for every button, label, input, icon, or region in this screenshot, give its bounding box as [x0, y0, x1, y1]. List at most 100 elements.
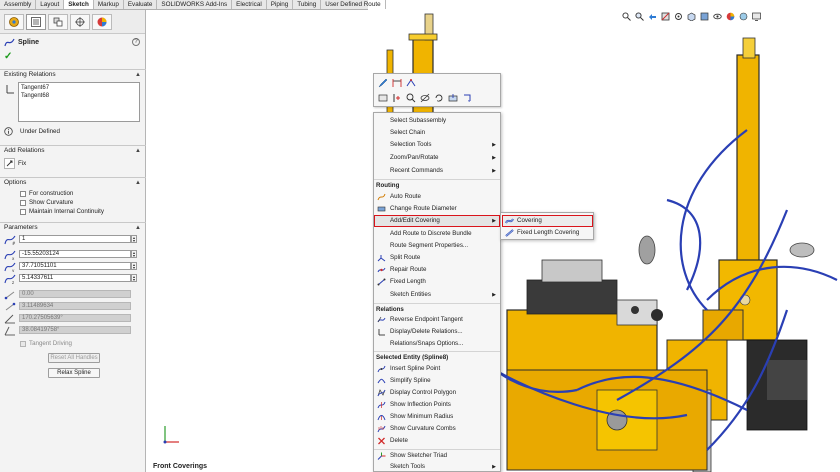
zoom-to-fit-icon[interactable]: [622, 11, 631, 21]
menu-item-sketch-tools[interactable]: Sketch Tools ▶: [374, 461, 500, 472]
y-coordinate-field[interactable]: 37.71051101: [19, 262, 131, 270]
fixed-length-icon: [377, 278, 386, 286]
collapse-caret-icon[interactable]: ▲: [135, 70, 141, 80]
menu-item-route-segment-properties[interactable]: Route Segment Properties...: [374, 240, 500, 252]
tab-evaluate[interactable]: Evaluate: [124, 0, 158, 9]
x-coordinate-field[interactable]: -15.55203124: [19, 250, 131, 258]
tab-user-defined-route[interactable]: User Defined Route: [321, 0, 386, 9]
menu-item-split-route[interactable]: Split Route: [374, 252, 500, 264]
menu-item-display-delete-relations[interactable]: Display/Delete Relations...: [374, 326, 500, 338]
menu-item-selection-tools[interactable]: Selection Tools ▶: [374, 139, 500, 151]
add-relation-icon[interactable]: [391, 92, 402, 103]
edit-sketch-icon[interactable]: [377, 77, 388, 88]
maintain-continuity-checkbox[interactable]: Maintain Internal Continuity: [20, 208, 104, 215]
display-manager-tab[interactable]: [92, 13, 112, 30]
section-view-icon[interactable]: [661, 12, 670, 21]
dimxpert-manager-tab[interactable]: [70, 13, 90, 30]
menu-item-show-sketcher-triad[interactable]: Show Sketcher Triad: [374, 449, 500, 461]
view-orientation-icon[interactable]: [687, 12, 696, 21]
apply-scene-icon[interactable]: [739, 12, 748, 21]
menu-item-delete[interactable]: Delete: [374, 435, 500, 447]
tab-piping[interactable]: Piping: [267, 0, 294, 9]
menu-item-relations-snaps-options[interactable]: Relations/Snaps Options...: [374, 338, 500, 350]
collapse-caret-icon[interactable]: ▲: [135, 178, 141, 188]
tab-sketch[interactable]: Sketch: [64, 0, 94, 9]
menu-item-recent-commands[interactable]: Recent Commands ▶: [374, 165, 500, 177]
spline-point-icon: [377, 365, 386, 373]
menu-item-add-edit-covering[interactable]: Add/Edit Covering ▶: [374, 215, 500, 227]
tab-layout[interactable]: Layout: [36, 0, 65, 9]
collapse-caret-icon[interactable]: ▲: [135, 223, 141, 233]
menu-item-select-subassembly[interactable]: Select Subassembly: [374, 115, 500, 127]
point-number-stepper[interactable]: ▴ ▾: [131, 235, 137, 243]
checkbox-box[interactable]: [20, 199, 26, 206]
for-construction-checkbox[interactable]: For construction: [20, 190, 73, 197]
normal-to-icon[interactable]: [447, 92, 458, 103]
menu-item-zoom-pan-rotate[interactable]: Zoom/Pan/Rotate ▶: [374, 152, 500, 164]
edit-appearance-icon[interactable]: [726, 12, 735, 21]
display-relations-icon[interactable]: [377, 92, 388, 103]
menu-item-insert-spline-point[interactable]: Insert Spline Point: [374, 363, 500, 375]
tab-tubing[interactable]: Tubing: [293, 0, 322, 9]
menu-item-repair-route[interactable]: Repair Route: [374, 264, 500, 276]
display-style-icon[interactable]: [700, 12, 709, 21]
parameters-header[interactable]: Parameters ▲: [0, 222, 146, 232]
zoom-icon[interactable]: [405, 92, 416, 103]
dynamic-annotation-icon[interactable]: [674, 12, 683, 21]
menu-item-sketch-entities[interactable]: Sketch Entities ▶: [374, 289, 500, 301]
menu-item-select-chain[interactable]: Select Chain: [374, 127, 500, 139]
triad-icon: [377, 452, 386, 460]
collapse-caret-icon[interactable]: ▲: [135, 146, 141, 156]
property-list-icon: [31, 16, 41, 27]
hide-icon[interactable]: [419, 92, 430, 103]
command-manager-tabs: Assembly Layout Sketch Markup Evaluate S…: [0, 0, 386, 10]
menu-item-simplify-spline[interactable]: Simplify Spline: [374, 375, 500, 387]
minimum-radius-icon: [377, 415, 386, 421]
y-coordinate-stepper[interactable]: ▴ ▾: [131, 262, 137, 270]
view-orientation-icon[interactable]: [461, 92, 472, 103]
ok-check-button[interactable]: ✓: [4, 51, 12, 62]
add-relations-header[interactable]: Add Relations ▲: [0, 145, 146, 155]
previous-view-icon[interactable]: [648, 12, 657, 21]
show-curvature-checkbox[interactable]: Show Curvature: [20, 199, 73, 206]
z-coordinate-icon: z: [4, 273, 16, 284]
view-settings-icon[interactable]: [752, 12, 761, 21]
hide-show-items-icon[interactable]: [713, 12, 722, 21]
relation-fix[interactable]: Fix: [4, 158, 26, 169]
submenu-item-fixed-length-covering[interactable]: Fixed Length Covering: [502, 227, 593, 239]
smart-dimension-icon[interactable]: [391, 77, 402, 88]
menu-item-reverse-endpoint-tangent[interactable]: Reverse Endpoint Tangent: [374, 314, 500, 326]
menu-item-display-control-polygon[interactable]: Display Control Polygon: [374, 387, 500, 399]
z-coordinate-stepper[interactable]: ▴ ▾: [131, 274, 137, 282]
menu-item-fixed-length[interactable]: Fixed Length: [374, 276, 500, 288]
relax-spline-button[interactable]: Relax Spline: [48, 368, 100, 378]
z-coordinate-field[interactable]: 5.14337611: [19, 274, 131, 282]
rotate-view-icon[interactable]: [433, 92, 444, 103]
tab-solidworks-addins[interactable]: SOLIDWORKS Add-Ins: [157, 0, 233, 9]
configuration-manager-tab[interactable]: [48, 13, 68, 30]
menu-item-change-route-diameter[interactable]: Change Route Diameter: [374, 203, 500, 215]
menu-item-auto-route[interactable]: Auto Route: [374, 191, 500, 203]
menu-item-show-minimum-radius[interactable]: Show Minimum Radius: [374, 411, 500, 423]
existing-relations-list[interactable]: Tangent67 Tangent68: [18, 82, 140, 122]
relation-item[interactable]: Tangent67: [21, 84, 137, 92]
sketch-relations-icon[interactable]: [405, 77, 416, 88]
submenu-item-covering[interactable]: Covering: [502, 215, 593, 227]
menu-item-show-inflection-points[interactable]: Show Inflection Points: [374, 399, 500, 411]
x-coordinate-stepper[interactable]: ▴ ▾: [131, 250, 137, 258]
feature-manager-tab[interactable]: [4, 13, 24, 30]
tab-assembly[interactable]: Assembly: [0, 0, 37, 9]
checkbox-box[interactable]: [20, 190, 26, 197]
existing-relations-header[interactable]: Existing Relations ▲: [0, 69, 146, 79]
property-manager-tab[interactable]: [26, 13, 46, 30]
point-number-field[interactable]: 1: [19, 235, 131, 243]
options-header[interactable]: Options ▲: [0, 177, 146, 187]
menu-item-add-route-to-bundle[interactable]: Add Route to Discrete Bundle: [374, 228, 500, 240]
menu-item-show-curvature-combs[interactable]: Show Curvature Combs: [374, 423, 500, 435]
relation-item[interactable]: Tangent68: [21, 92, 137, 100]
tab-electrical[interactable]: Electrical: [232, 0, 267, 9]
help-button[interactable]: ?: [132, 38, 140, 46]
zoom-area-icon[interactable]: [635, 11, 644, 21]
checkbox-box[interactable]: [20, 208, 26, 215]
tab-markup[interactable]: Markup: [94, 0, 124, 9]
